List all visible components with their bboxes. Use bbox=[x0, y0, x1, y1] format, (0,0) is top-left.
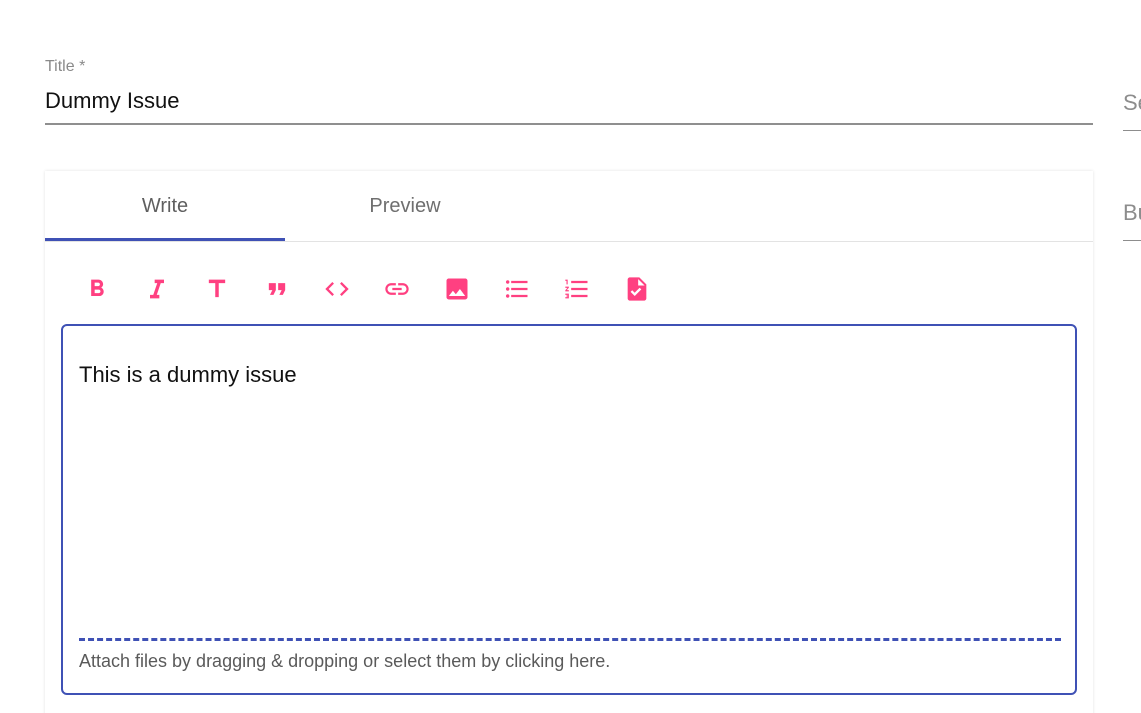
formatting-toolbar bbox=[67, 269, 667, 309]
image-button[interactable] bbox=[427, 269, 487, 309]
italic-icon bbox=[150, 279, 164, 299]
task-list-button[interactable] bbox=[607, 269, 667, 309]
bold-button[interactable] bbox=[67, 269, 127, 309]
side-field-underline bbox=[1123, 130, 1141, 131]
heading-icon bbox=[208, 279, 226, 298]
active-tab-indicator bbox=[45, 238, 285, 241]
link-icon bbox=[385, 283, 409, 295]
link-button[interactable] bbox=[367, 269, 427, 309]
markdown-textarea[interactable]: This is a dummy issue Attach files by dr… bbox=[61, 324, 1077, 695]
side-field-underline bbox=[1123, 240, 1141, 241]
markdown-editor: Write Preview This is a dummy issue Atta… bbox=[45, 171, 1093, 713]
image-icon bbox=[446, 278, 468, 300]
textarea-content[interactable]: This is a dummy issue bbox=[79, 362, 297, 388]
title-input[interactable] bbox=[45, 86, 1093, 116]
attach-divider bbox=[79, 638, 1061, 641]
numbered-list-button[interactable] bbox=[547, 269, 607, 309]
side-field-label: Bu bbox=[1123, 200, 1141, 225]
bold-icon bbox=[91, 279, 104, 296]
bulleted-list-button[interactable] bbox=[487, 269, 547, 309]
numbered-list-icon bbox=[565, 279, 588, 299]
tab-write[interactable]: Write bbox=[45, 171, 285, 241]
italic-button[interactable] bbox=[127, 269, 187, 309]
title-label: Title * bbox=[45, 58, 86, 75]
tab-preview[interactable]: Preview bbox=[285, 171, 525, 241]
issue-form-page: Title * Se Bu Write Preview bbox=[0, 0, 1141, 713]
side-field-select[interactable]: Se bbox=[1123, 90, 1141, 131]
title-underline bbox=[45, 123, 1093, 125]
task-list-icon bbox=[627, 277, 647, 301]
code-button[interactable] bbox=[307, 269, 367, 309]
quote-button[interactable] bbox=[247, 269, 307, 309]
side-field-bu[interactable]: Bu bbox=[1123, 200, 1141, 241]
code-icon bbox=[325, 282, 349, 296]
title-field: Title * bbox=[45, 56, 1093, 125]
bulleted-list-icon bbox=[505, 280, 528, 298]
editor-tabs: Write Preview bbox=[45, 171, 1093, 242]
quote-icon bbox=[268, 283, 286, 295]
side-field-label: Se bbox=[1123, 90, 1141, 115]
attach-files-link[interactable]: Attach files by dragging & dropping or s… bbox=[79, 651, 610, 672]
heading-button[interactable] bbox=[187, 269, 247, 309]
